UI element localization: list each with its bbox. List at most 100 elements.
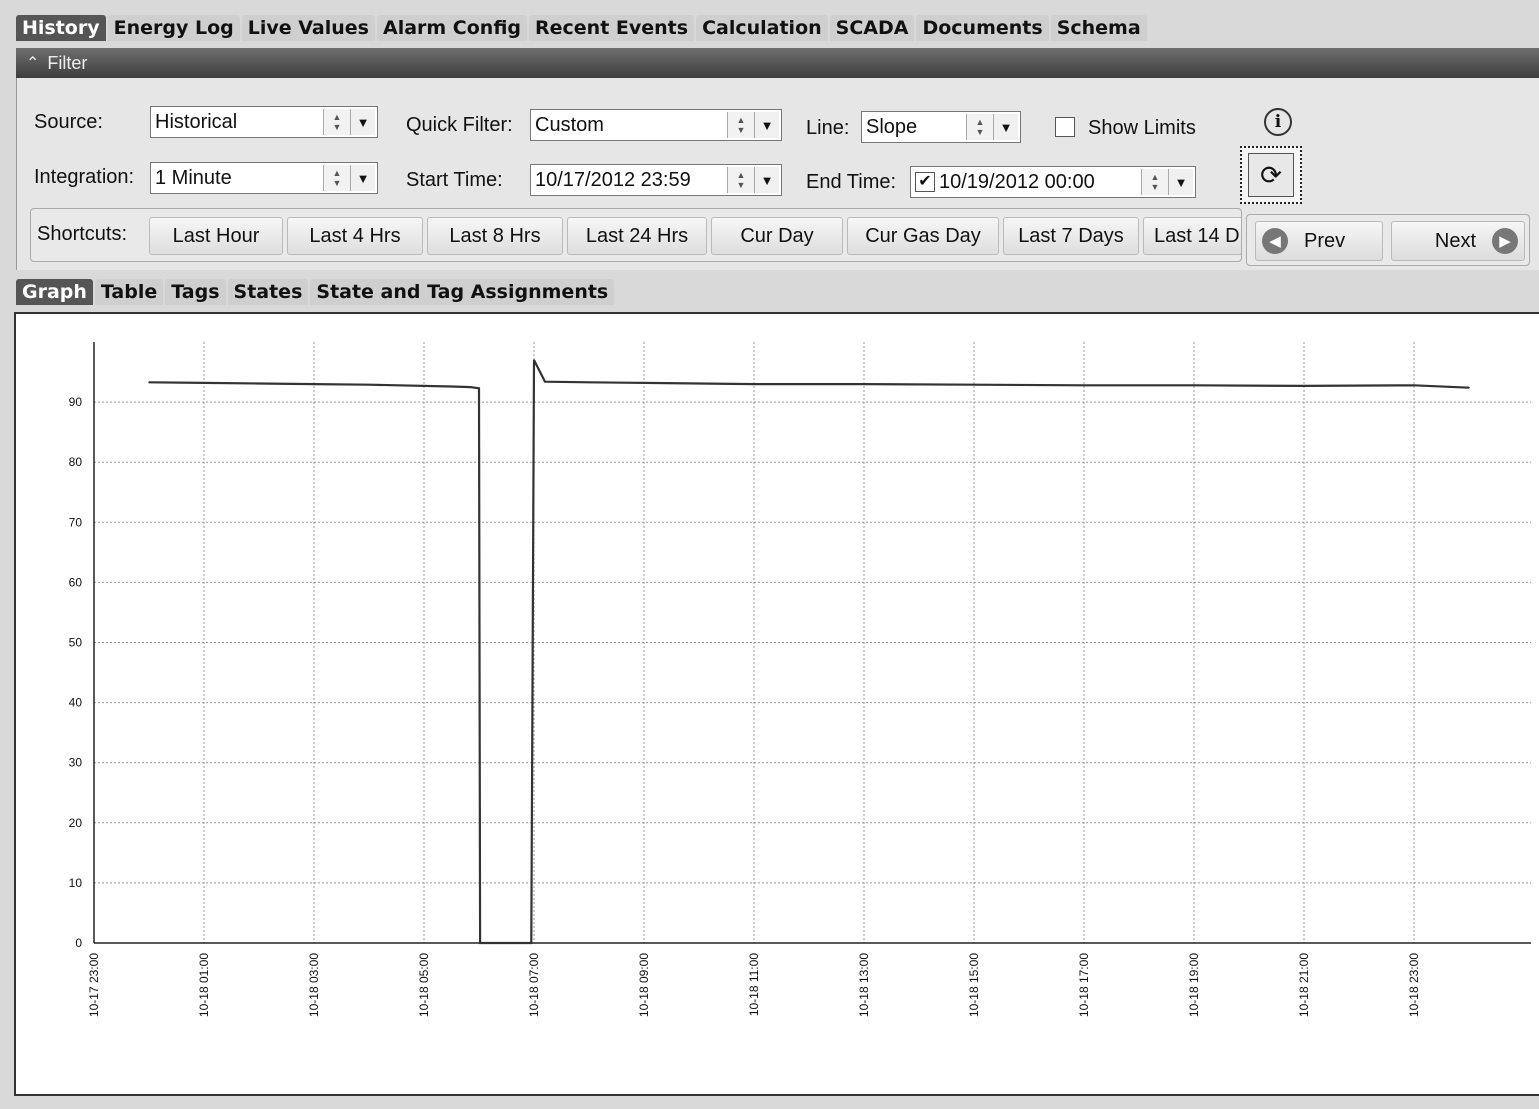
end-time-field[interactable]: ✔ 10/19/2012 00:00 ▲ ▼ ▼ bbox=[910, 166, 1196, 198]
spinner-icon[interactable]: ▲ ▼ bbox=[323, 165, 350, 191]
series-point bbox=[588, 381, 590, 384]
chevron-down-icon[interactable]: ▼ bbox=[993, 114, 1018, 140]
line-select[interactable]: Slope ▲ ▼ ▼ bbox=[861, 111, 1021, 143]
series-line bbox=[148, 359, 1470, 945]
arrow-right-icon: ▶ bbox=[1492, 228, 1518, 254]
quick-filter-select[interactable]: Custom ▲ ▼ ▼ bbox=[530, 109, 782, 141]
series-point bbox=[698, 382, 700, 385]
tab-table[interactable]: Table bbox=[94, 279, 164, 305]
series-point bbox=[533, 359, 535, 361]
tab-history[interactable]: History bbox=[16, 15, 106, 41]
series-point bbox=[1193, 384, 1195, 387]
series-point bbox=[478, 387, 480, 390]
tab-schema[interactable]: Schema bbox=[1050, 15, 1147, 41]
shortcut-last-24-hrs[interactable]: Last 24 Hrs bbox=[567, 217, 707, 255]
y-tick-label: 70 bbox=[69, 515, 83, 529]
tab-energy-log[interactable]: Energy Log bbox=[107, 15, 240, 41]
start-time-field[interactable]: 10/17/2012 23:59 ▲ ▼ ▼ bbox=[530, 164, 782, 196]
arrow-left-icon: ◀ bbox=[1262, 228, 1288, 254]
series-point bbox=[203, 382, 205, 384]
spinner-icon[interactable]: ▲ ▼ bbox=[966, 114, 993, 140]
y-tick-label: 60 bbox=[69, 575, 83, 589]
integration-select[interactable]: 1 Minute ▲ ▼ ▼ bbox=[150, 162, 378, 194]
y-tick-label: 50 bbox=[69, 636, 83, 650]
chevron-down-icon[interactable]: ▼ bbox=[1168, 169, 1193, 195]
series-point bbox=[1083, 384, 1085, 387]
x-tick-label: 10-18 11:00 bbox=[747, 953, 761, 1016]
series-point bbox=[753, 383, 755, 385]
chevron-down-icon[interactable]: ▼ bbox=[754, 167, 779, 193]
start-time-label: Start Time: bbox=[406, 169, 503, 191]
series-point bbox=[530, 942, 533, 944]
next-button[interactable]: Next ▶ bbox=[1391, 221, 1525, 261]
refresh-button[interactable]: ⟳ bbox=[1240, 146, 1302, 204]
spinner-icon[interactable]: ▲ ▼ bbox=[727, 167, 754, 193]
series-point bbox=[258, 382, 260, 385]
x-tick-label: 10-18 05:00 bbox=[417, 953, 431, 1017]
source-value: Historical bbox=[155, 110, 238, 133]
collapse-chevron-icon: ⌃ bbox=[26, 55, 40, 72]
x-tick-label: 10-18 17:00 bbox=[1077, 953, 1091, 1017]
series-point bbox=[544, 380, 546, 383]
series-point bbox=[368, 383, 370, 386]
show-limits-label: Show Limits bbox=[1088, 117, 1196, 139]
sub-tab-bar: Graph Table Tags States State and Tag As… bbox=[16, 274, 616, 310]
tab-calculation[interactable]: Calculation bbox=[696, 15, 828, 41]
tab-tags[interactable]: Tags bbox=[165, 279, 226, 305]
y-tick-label: 40 bbox=[69, 696, 83, 710]
tab-graph[interactable]: Graph bbox=[16, 279, 93, 305]
prev-label: Prev bbox=[1304, 229, 1346, 252]
x-tick-label: 10-17 23:00 bbox=[87, 953, 101, 1017]
filter-header-label: Filter bbox=[47, 52, 88, 73]
shortcut-last-7-days[interactable]: Last 7 Days bbox=[1003, 217, 1139, 255]
chevron-down-icon[interactable]: ▼ bbox=[350, 165, 375, 191]
tab-documents[interactable]: Documents bbox=[916, 15, 1049, 41]
shortcut-cur-day[interactable]: Cur Day bbox=[711, 217, 843, 255]
series-point bbox=[1303, 385, 1305, 387]
spinner-icon[interactable]: ▲ ▼ bbox=[323, 109, 350, 135]
series-point bbox=[863, 383, 865, 385]
y-tick-label: 90 bbox=[69, 395, 83, 409]
quick-filter-value: Custom bbox=[535, 113, 604, 136]
shortcut-cur-gas-day[interactable]: Cur Gas Day bbox=[847, 217, 999, 255]
x-tick-label: 10-18 19:00 bbox=[1187, 953, 1201, 1017]
tab-recent-events[interactable]: Recent Events bbox=[529, 15, 695, 41]
history-line-chart[interactable]: 0 10 20 30 40 50 60 70 80 90 10-17 23:00 10-18 01:0… bbox=[16, 314, 1539, 1094]
source-select[interactable]: Historical ▲ ▼ ▼ bbox=[150, 106, 378, 138]
chevron-down-icon[interactable]: ▼ bbox=[350, 109, 375, 135]
shortcut-last-14-days[interactable]: Last 14 D bbox=[1143, 217, 1241, 255]
tab-live-values[interactable]: Live Values bbox=[241, 15, 375, 41]
tab-states[interactable]: States bbox=[227, 279, 309, 305]
spinner-icon[interactable]: ▲ ▼ bbox=[727, 112, 754, 138]
show-limits-checkbox[interactable] bbox=[1055, 117, 1075, 137]
series-point bbox=[313, 383, 315, 385]
tab-scada[interactable]: SCADA bbox=[829, 15, 915, 41]
series-point bbox=[450, 385, 453, 388]
prev-button[interactable]: ◀ Prev bbox=[1255, 221, 1383, 261]
shortcut-last-hour[interactable]: Last Hour bbox=[149, 217, 283, 255]
filter-header[interactable]: ⌃ Filter bbox=[16, 48, 1539, 78]
y-tick-label: 30 bbox=[69, 756, 83, 770]
x-tick-label: 10-18 23:00 bbox=[1407, 953, 1421, 1017]
series-point bbox=[1413, 384, 1415, 387]
spinner-icon[interactable]: ▲ ▼ bbox=[1141, 169, 1168, 195]
end-time-checkbox[interactable]: ✔ bbox=[915, 172, 935, 192]
x-tick-label: 10-18 01:00 bbox=[197, 953, 211, 1017]
tab-alarm-config[interactable]: Alarm Config bbox=[376, 15, 528, 41]
y-tick-label: 0 bbox=[75, 936, 82, 950]
shortcut-last-8-hrs[interactable]: Last 8 Hrs bbox=[427, 217, 563, 255]
quick-filter-label: Quick Filter: bbox=[406, 114, 513, 136]
tab-state-and-tag-assignments[interactable]: State and Tag Assignments bbox=[310, 279, 615, 305]
source-label: Source: bbox=[34, 111, 103, 133]
refresh-icon: ⟳ bbox=[1248, 153, 1294, 197]
x-tick-label: 10-18 09:00 bbox=[637, 953, 651, 1017]
start-time-value: 10/17/2012 23:59 bbox=[535, 168, 691, 191]
next-label: Next bbox=[1434, 229, 1476, 252]
chevron-down-icon[interactable]: ▼ bbox=[754, 112, 779, 138]
shortcuts-label: Shortcuts: bbox=[37, 223, 128, 245]
line-label: Line: bbox=[806, 117, 850, 139]
info-icon[interactable]: i bbox=[1264, 108, 1292, 136]
series-point bbox=[470, 386, 472, 388]
series-point bbox=[973, 383, 975, 386]
shortcut-last-4-hrs[interactable]: Last 4 Hrs bbox=[287, 217, 423, 255]
